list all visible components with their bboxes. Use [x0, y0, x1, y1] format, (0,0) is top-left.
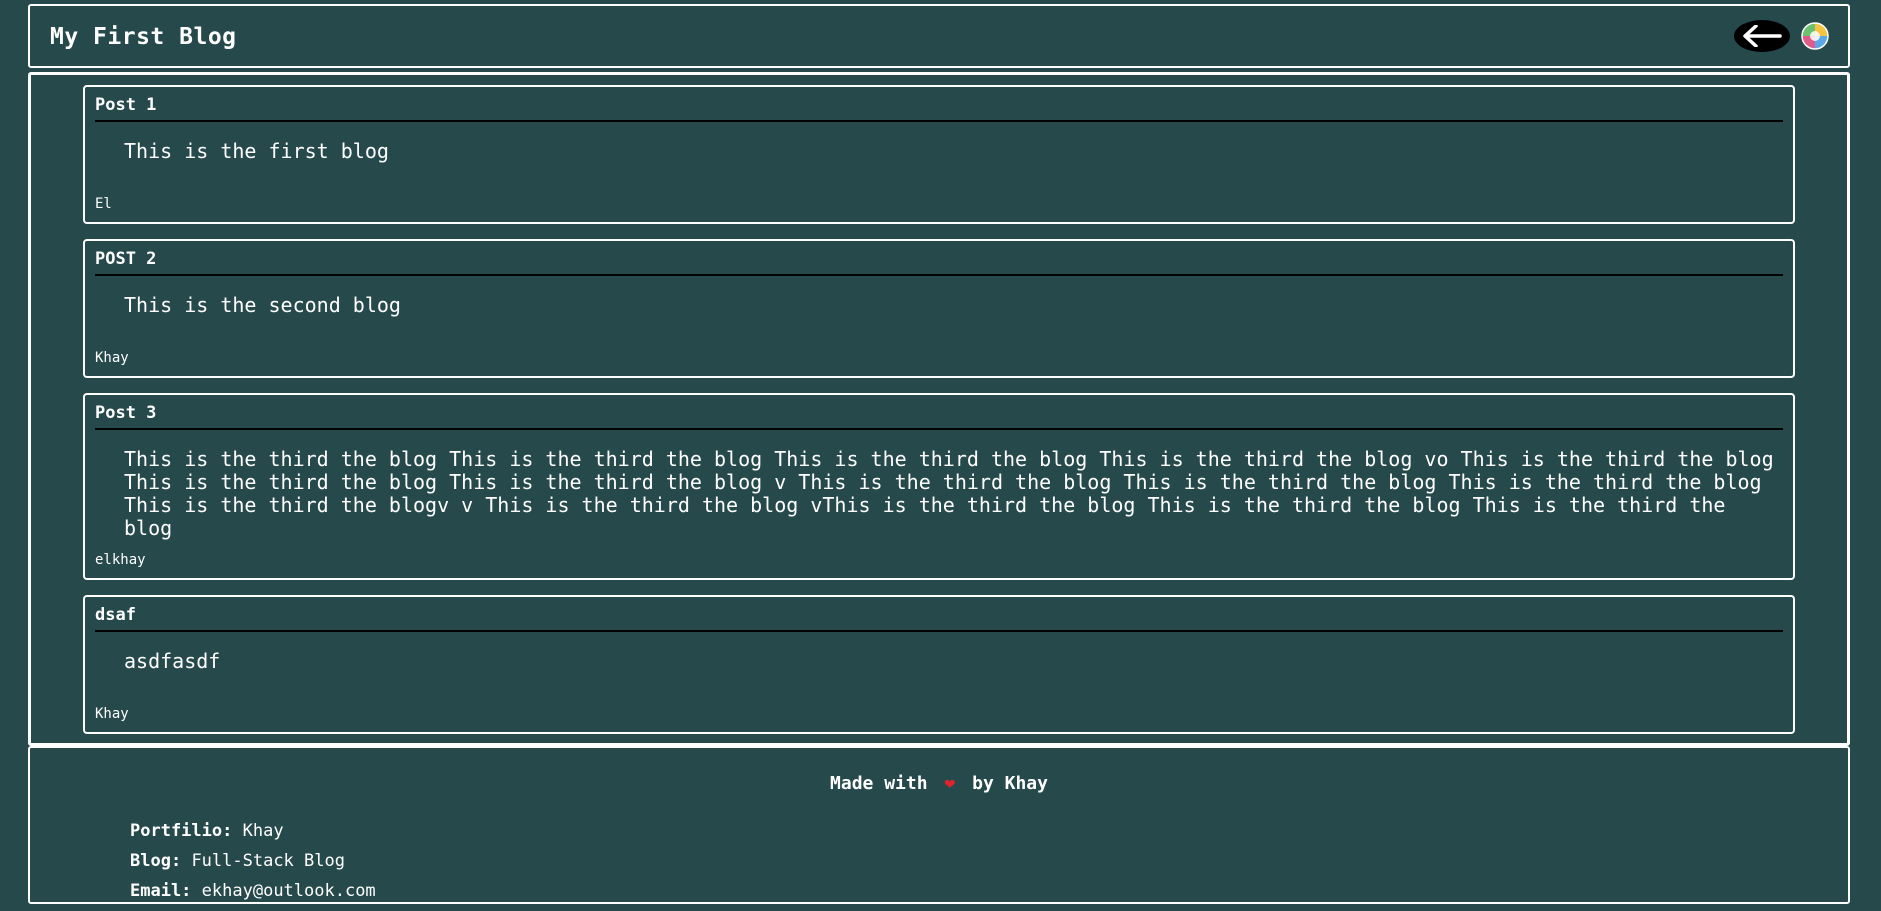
- header-actions: [1734, 20, 1830, 52]
- contact-portfolio: Portfilio: Khay: [130, 816, 376, 846]
- post-author: El: [95, 196, 112, 212]
- posts-container: Post 1 This is the first blog El POST 2 …: [28, 72, 1850, 746]
- post-body: This is the second blog: [124, 293, 401, 317]
- back-button[interactable]: [1734, 20, 1790, 52]
- site-header: My First Blog: [28, 4, 1850, 68]
- post-card[interactable]: Post 3 This is the third the blog This i…: [83, 393, 1795, 580]
- arrow-left-icon: [1743, 25, 1782, 47]
- theme-toggle-button[interactable]: [1800, 21, 1830, 51]
- post-body: This is the first blog: [124, 139, 389, 163]
- blog-label: Blog:: [130, 851, 182, 871]
- post-body: This is the third the blog This is the t…: [124, 447, 1774, 540]
- post-list: Post 1 This is the first blog El POST 2 …: [83, 85, 1795, 749]
- blog-link[interactable]: Full-Stack Blog: [191, 851, 345, 871]
- email-link[interactable]: ekhay@outlook.com: [202, 881, 376, 901]
- post-card[interactable]: Post 1 This is the first blog El: [83, 85, 1795, 224]
- heart-icon: ❤: [944, 773, 956, 794]
- post-author: Khay: [95, 350, 129, 366]
- made-with-line: Made with ❤ by Khay: [30, 773, 1848, 794]
- post-title: dsaf: [95, 605, 1783, 632]
- globe-icon: [1801, 22, 1829, 50]
- contact-blog: Blog: Full-Stack Blog: [130, 846, 376, 876]
- made-with-suffix: by Khay: [972, 773, 1048, 794]
- made-with-prefix: Made with: [830, 773, 928, 794]
- post-body: asdfasdf: [124, 649, 221, 673]
- portfolio-link[interactable]: Khay: [243, 821, 284, 841]
- post-title: Post 1: [95, 95, 1783, 122]
- contact-email: Email: ekhay@outlook.com: [130, 876, 376, 906]
- site-footer: Made with ❤ by Khay Portfilio: Khay Blog…: [28, 746, 1850, 904]
- post-author: Khay: [95, 706, 129, 722]
- post-card[interactable]: POST 2 This is the second blog Khay: [83, 239, 1795, 378]
- contact-info: Portfilio: Khay Blog: Full-Stack Blog Em…: [130, 816, 376, 906]
- portfolio-label: Portfilio:: [130, 821, 233, 841]
- post-title: Post 3: [95, 403, 1783, 430]
- site-title: My First Blog: [50, 24, 237, 50]
- post-author: elkhay: [95, 552, 146, 568]
- email-label: Email:: [130, 881, 192, 901]
- post-title: POST 2: [95, 249, 1783, 276]
- post-card[interactable]: dsaf asdfasdf Khay: [83, 595, 1795, 734]
